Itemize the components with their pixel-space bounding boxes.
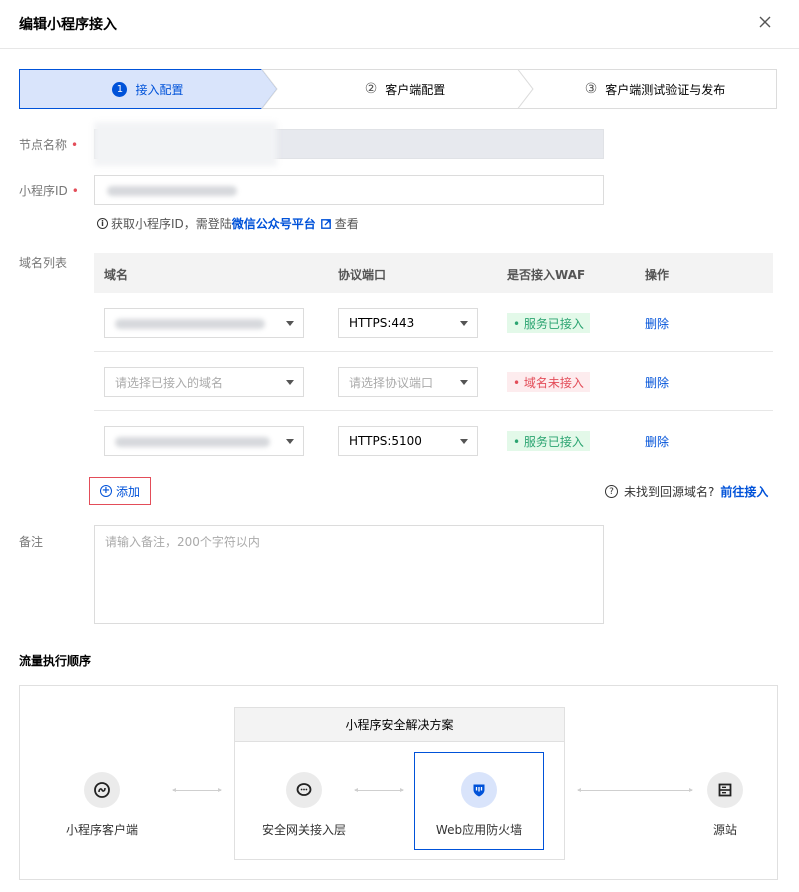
node-gateway: 安全网关接入层 [239,772,369,838]
delete-link[interactable]: 删除 [645,374,669,391]
step-access-config[interactable]: 1 接入配置 [19,69,277,109]
not-found-text: 未找到回源域名? [624,485,715,499]
add-label: 添加 [115,484,140,499]
step-client-test-release[interactable]: ③ 客户端测试验证与发布 [533,69,777,109]
table-row: HTTPS:443 • 服务已接入 删除 [94,293,773,352]
domain-placeholder: 请选择已接入的域名 [115,375,224,390]
port-value: HTTPS:5100 [349,434,422,448]
hint-suffix: 查看 [334,217,359,231]
node-label: 安全网关接入层 [261,823,346,837]
col-waf: 是否接入WAF [507,268,586,282]
node-name-label: 节点名称 • [19,136,78,153]
go-access-link[interactable]: 前往接入 [720,483,768,500]
node-label: Web应用防火墙 [435,823,523,837]
node-label: 源站 [712,823,737,837]
appid-label: 小程序ID • [19,182,79,199]
help-icon: ? [605,485,618,498]
appid-label-text: 小程序ID [19,184,68,198]
plus-circle-icon: + [99,485,112,497]
arrow-connector [354,788,404,792]
appid-field[interactable] [94,175,604,205]
domain-select[interactable] [104,426,304,456]
table-row: 请选择已接入的域名 请选择协议端口 • 域名未接入 删除 [94,352,773,411]
step-number: ② [364,81,378,97]
chevron-down-icon [286,380,294,385]
steps-bar: 1 接入配置 ② 客户端配置 ③ 客户端测试验证与发布 [19,69,777,109]
node-label: 小程序客户端 [65,823,138,837]
solution-title: 小程序安全解决方案 [235,708,564,742]
server-icon [707,772,743,808]
redacted-domain [115,319,265,329]
redacted-node-name [94,122,277,166]
port-select[interactable]: HTTPS:5100 [338,426,478,456]
redacted-domain [115,437,270,447]
appid-hint: i 获取小程序ID，需登陆 微信公众号平台 查看 [97,215,359,232]
status-badge: • 服务已接入 [507,431,590,451]
port-value: HTTPS:443 [349,316,415,330]
node-origin: 源站 [660,772,790,838]
col-domain: 域名 [104,268,129,282]
chevron-down-icon [460,321,468,326]
redacted-appid [107,186,237,196]
node-client: 小程序客户端 [37,772,167,838]
required-mark: • [71,138,79,152]
col-port: 协议端口 [338,268,387,282]
table-header: 域名 协议端口 是否接入WAF 操作 [94,253,773,293]
step-client-config[interactable]: ② 客户端配置 [277,69,533,109]
node-name-label-text: 节点名称 [19,138,68,152]
step-label: 客户端配置 [385,82,446,97]
info-icon: i [97,218,108,229]
chevron-down-icon [286,321,294,326]
col-action: 操作 [645,268,670,282]
domain-select[interactable]: 请选择已接入的域名 [104,367,304,397]
chevron-down-icon [460,380,468,385]
chevron-down-icon [286,439,294,444]
chevron-down-icon [460,439,468,444]
mini-program-icon [84,772,120,808]
domain-select[interactable] [104,308,304,338]
status-badge: • 域名未接入 [507,372,590,392]
port-select[interactable]: 请选择协议端口 [338,367,478,397]
wechat-platform-link[interactable]: 微信公众号平台 [232,215,316,232]
step-label: 客户端测试验证与发布 [605,82,726,97]
delete-link[interactable]: 删除 [645,433,669,450]
external-link-icon[interactable] [320,218,331,229]
close-icon[interactable] [756,13,774,31]
add-domain-button[interactable]: + 添加 [89,477,151,505]
not-found-hint: ? 未找到回源域名? 前往接入 [605,483,768,500]
port-placeholder: 请选择协议端口 [349,375,434,390]
step-number: 1 [112,81,128,97]
node-waf: Web应用防火墙 [414,772,544,838]
required-mark: • [71,184,79,198]
dialog-title: 编辑小程序接入 [19,17,117,33]
remark-label: 备注 [19,535,44,549]
shield-icon [461,772,497,808]
remark-textarea[interactable] [94,525,604,624]
flow-diagram: 小程序安全解决方案 小程序客户端 安全网关接入层 Web应用防火墙 源站 [19,685,778,880]
flow-section-title: 流量执行顺序 [19,654,92,668]
domain-list-label: 域名列表 [19,256,68,270]
chat-bubble-icon [286,772,322,808]
step-number: ③ [584,81,598,97]
step-label: 接入配置 [135,82,184,97]
hint-prefix: 获取小程序ID，需登陆 [111,217,232,231]
arrow-connector [172,788,222,792]
port-select[interactable]: HTTPS:443 [338,308,478,338]
title-divider [0,48,799,49]
delete-link[interactable]: 删除 [645,315,669,332]
status-badge: • 服务已接入 [507,313,590,333]
table-row: HTTPS:5100 • 服务已接入 删除 [94,411,773,470]
